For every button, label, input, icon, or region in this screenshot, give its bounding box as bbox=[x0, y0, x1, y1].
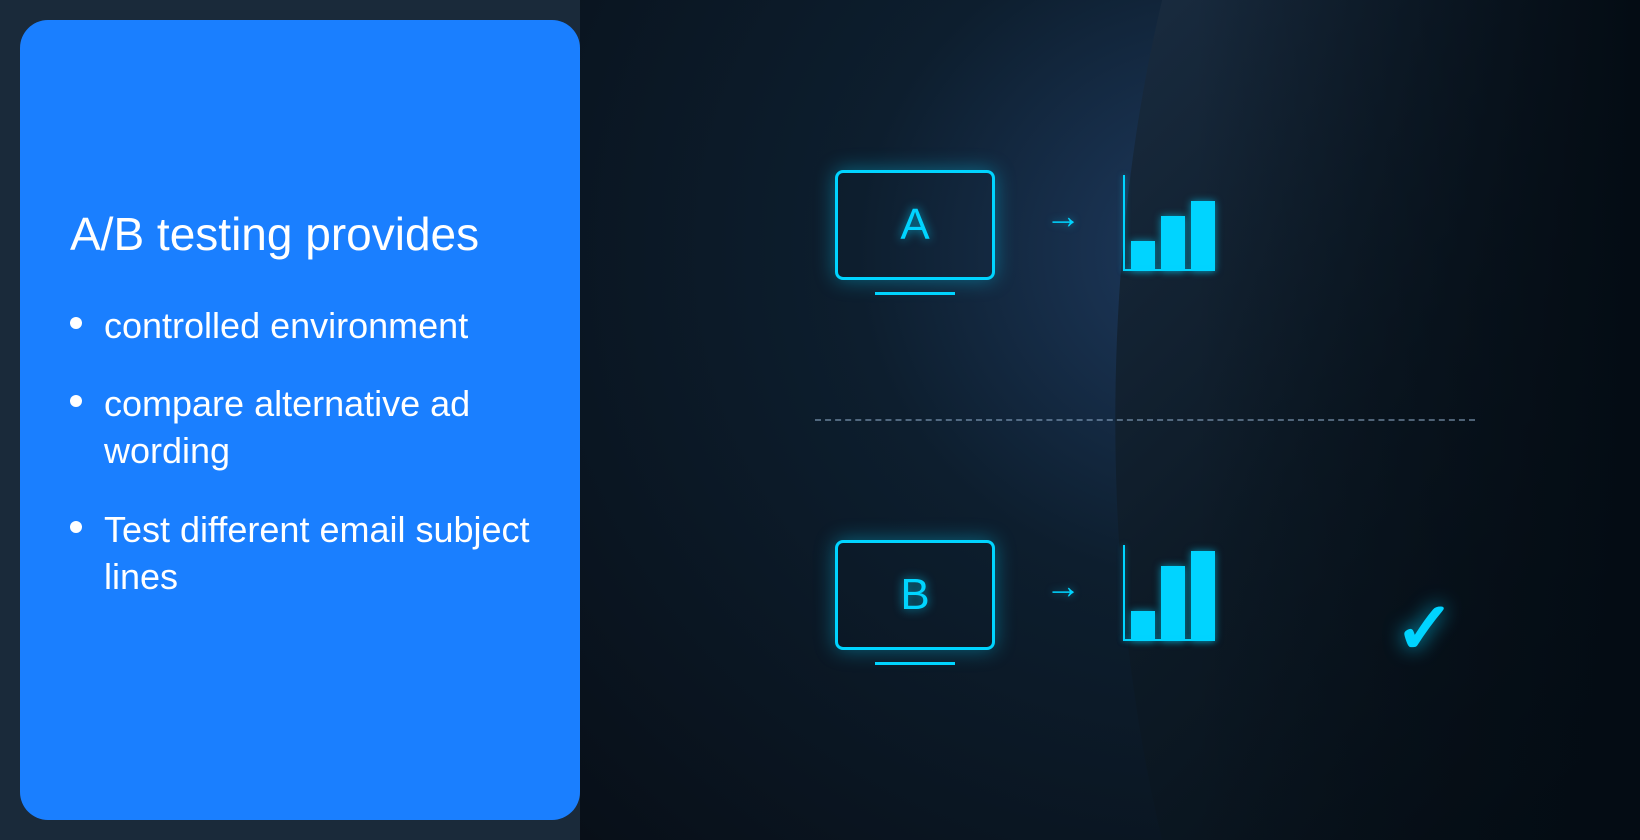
bar-a1 bbox=[1131, 241, 1155, 271]
version-b-label: B bbox=[900, 570, 929, 620]
ab-diagram: A → B → ✓ bbox=[795, 140, 1495, 700]
bullet-dot bbox=[70, 395, 82, 407]
bullet-dot bbox=[70, 521, 82, 533]
bar-chart-a bbox=[1131, 175, 1215, 275]
monitor-a: A bbox=[835, 170, 995, 280]
panel-title: A/B testing provides bbox=[70, 207, 530, 262]
info-panel: A/B testing provides controlled environm… bbox=[20, 20, 580, 820]
bar-chart-b bbox=[1131, 545, 1215, 645]
bullet-dot bbox=[70, 317, 82, 329]
version-a-label: A bbox=[900, 200, 929, 250]
checkmark-icon: ✓ bbox=[1395, 586, 1455, 670]
monitor-b: B bbox=[835, 540, 995, 650]
bullet-text-1: controlled environment bbox=[104, 303, 468, 350]
divider bbox=[815, 419, 1475, 421]
bullet-text-3: Test different email subject lines bbox=[104, 507, 530, 601]
bar-b1 bbox=[1131, 611, 1155, 641]
version-a-section: A → bbox=[835, 170, 1215, 280]
arrow-a: → bbox=[1045, 195, 1081, 237]
bar-b2 bbox=[1161, 566, 1185, 641]
version-b-section: B → bbox=[835, 540, 1215, 650]
right-panel: A → B → ✓ bbox=[580, 0, 1640, 840]
bar-a3 bbox=[1191, 201, 1215, 271]
bar-a2 bbox=[1161, 216, 1185, 271]
arrow-b: → bbox=[1045, 565, 1081, 607]
list-item: controlled environment bbox=[70, 303, 530, 350]
bullet-text-2: compare alternative ad wording bbox=[104, 381, 530, 475]
bar-b3 bbox=[1191, 551, 1215, 641]
list-item: compare alternative ad wording bbox=[70, 381, 530, 475]
bullet-list: controlled environment compare alternati… bbox=[70, 303, 530, 633]
list-item: Test different email subject lines bbox=[70, 507, 530, 601]
